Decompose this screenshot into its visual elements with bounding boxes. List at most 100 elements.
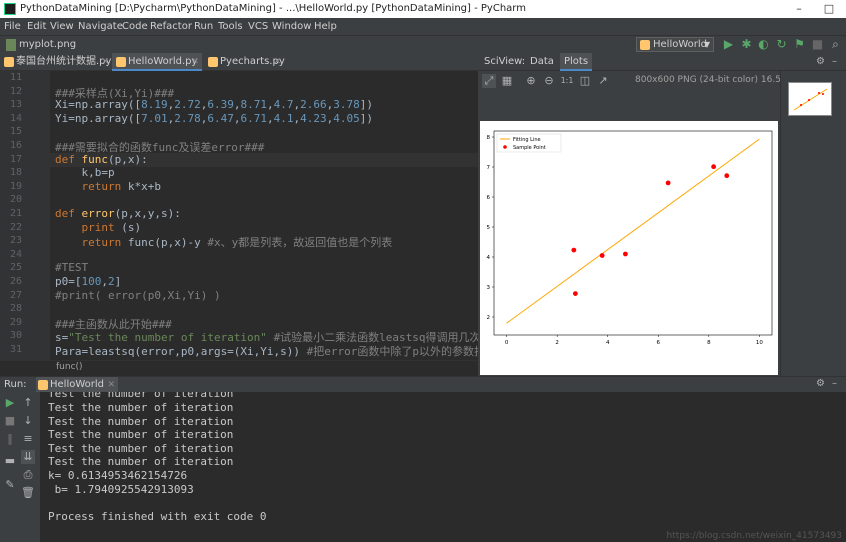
- console-line: Test the number of iteration: [48, 414, 234, 428]
- run-console[interactable]: Test the number of iteration Test the nu…: [40, 392, 846, 542]
- run-label: Run:: [4, 379, 27, 390]
- menu-run[interactable]: Run: [194, 21, 213, 32]
- thumbnail-line: [793, 88, 828, 111]
- tab-helloworld[interactable]: HelloWorld.py ✕: [112, 53, 202, 71]
- line-number: 17: [9, 153, 22, 165]
- tab-statistics[interactable]: 泰国台州统计数据.py ✕: [0, 53, 112, 71]
- line-number: 24: [9, 248, 22, 260]
- profile-icon[interactable]: ↻: [775, 38, 788, 51]
- run-config-dropdown[interactable]: HelloWorld ▼: [636, 37, 714, 52]
- console-line: Test the number of iteration: [48, 401, 234, 414]
- scroll-up-icon[interactable]: ↑: [21, 396, 35, 410]
- x-tick-label: 6: [657, 340, 661, 346]
- pause-icon[interactable]: ‖: [3, 432, 17, 446]
- print-icon[interactable]: ⎙: [21, 468, 35, 482]
- run-tab-helloworld[interactable]: HelloWorld ✕: [36, 377, 119, 393]
- code-line: return func(p,x)-y #x、y都是列表，故返回值也是个列表: [81, 236, 393, 250]
- pycharm-icon: [4, 3, 16, 15]
- code-line: print (s): [81, 220, 142, 234]
- close-icon[interactable]: ✕: [107, 377, 115, 393]
- console-line: Test the number of iteration: [48, 428, 234, 442]
- gear-icon[interactable]: ⚙: [816, 378, 825, 389]
- scroll-to-end-icon[interactable]: ⇊: [21, 450, 35, 464]
- pin-icon[interactable]: ✎: [3, 478, 17, 492]
- menu-edit[interactable]: Edit: [27, 21, 46, 32]
- tab-label: 泰国台州统计数据.py: [16, 56, 112, 67]
- python-file-icon: [4, 57, 14, 67]
- stop-icon[interactable]: ■: [811, 38, 824, 51]
- menu-navigate[interactable]: Navigate: [78, 21, 123, 32]
- tab-data[interactable]: Data: [530, 56, 554, 67]
- code-line: #print( error(p0,Xi,Yi) ): [55, 288, 221, 302]
- coverage-icon[interactable]: ◐: [757, 38, 770, 51]
- minimize-icon[interactable]: –: [784, 0, 814, 18]
- run-config-label: HelloWorld: [653, 39, 708, 50]
- menu-code[interactable]: Code: [122, 21, 148, 32]
- y-tick-label: 3: [487, 285, 491, 291]
- run-icon[interactable]: ▶: [722, 38, 735, 51]
- grid-icon[interactable]: ▦: [500, 74, 514, 88]
- menu-view[interactable]: View: [50, 21, 74, 32]
- gutter: 11 12 13 14 15 16 17 18 19 20 21 22 23 24 25 26 27 28 29 30…: [0, 71, 50, 360]
- sample-point: [623, 251, 628, 257]
- color-picker-icon[interactable]: ◫: [578, 74, 592, 88]
- menu-tools[interactable]: Tools: [218, 21, 243, 32]
- stop-icon[interactable]: ■: [3, 414, 17, 428]
- code-line: Xi=np.array([8.19,2.72,6.39,8.71,4.7,2.6…: [55, 98, 373, 112]
- y-tick-label: 6: [487, 195, 491, 201]
- concurrency-icon[interactable]: ⚑: [793, 38, 806, 51]
- close-icon[interactable]: ✕: [191, 53, 199, 71]
- menu-window[interactable]: Window: [272, 21, 311, 32]
- tab-plots[interactable]: Plots: [560, 53, 593, 71]
- code-line: p0=[100,2]: [55, 275, 122, 288]
- python-icon: [640, 40, 650, 50]
- navigation-bar: myplot.png HelloWorld ▼ ▶ ✱ ◐ ↻ ⚑ ■ ⌕: [0, 35, 846, 53]
- rerun-icon[interactable]: ▶: [3, 396, 17, 410]
- delete-icon[interactable]: 🗑: [21, 486, 35, 500]
- window-title: PythonDataMining [D:\Pycharm\PythonDataM…: [20, 3, 526, 14]
- close-icon[interactable]: ✕: [273, 53, 281, 71]
- line-number: 22: [9, 221, 22, 233]
- line-number: 29: [9, 316, 22, 328]
- menu-file[interactable]: File: [4, 21, 21, 32]
- breadcrumb[interactable]: myplot.png: [19, 39, 76, 50]
- code-editor[interactable]: 11 12 13 14 15 16 17 18 19 20 21 22 23 24 25 26 27 28 29 30…: [0, 71, 478, 360]
- code-line: #TEST: [55, 261, 89, 275]
- plot-thumbnail[interactable]: [788, 82, 832, 116]
- actual-size-icon[interactable]: 1:1: [560, 74, 574, 88]
- sample-point: [572, 291, 578, 296]
- editor-breadcrumb[interactable]: func(): [0, 360, 478, 374]
- line-number: 20: [9, 194, 22, 206]
- zoom-in-icon[interactable]: ⊕: [524, 74, 538, 88]
- line-number: 23: [9, 235, 22, 247]
- fit-icon[interactable]: ⤢: [482, 74, 496, 88]
- line-number: 30: [9, 330, 22, 342]
- menu-vcs[interactable]: VCS: [248, 21, 268, 32]
- hide-icon[interactable]: –: [832, 378, 837, 389]
- title-bar: PythonDataMining [D:\Pycharm\PythonDataM…: [0, 0, 846, 18]
- menu-refactor[interactable]: Refactor: [150, 21, 192, 32]
- search-everywhere-icon[interactable]: ⌕: [829, 38, 842, 51]
- menu-help[interactable]: Help: [314, 21, 337, 32]
- debug-icon[interactable]: ✱: [740, 38, 753, 51]
- gear-icon[interactable]: ⚙: [816, 56, 825, 67]
- sample-point: [599, 253, 605, 258]
- sample-point: [665, 180, 671, 186]
- plot-image[interactable]: 0 2 4 6 8 10 2 3 4 5 6 7 8 Fitting Line Sample Point: [480, 121, 778, 375]
- close-icon[interactable]: ✕: [101, 53, 109, 71]
- open-icon[interactable]: ↗: [596, 74, 610, 88]
- code-line: Para=leastsq(error,p0,args=(Xi,Yi,s)) #把…: [55, 345, 478, 358]
- y-tick-label: 7: [487, 165, 491, 171]
- scroll-down-icon[interactable]: ↓: [21, 414, 35, 428]
- menu-bar: File Edit View Navigate Code Refactor Ru…: [0, 18, 846, 35]
- hide-icon[interactable]: –: [832, 56, 837, 67]
- layout-icon[interactable]: ▬: [3, 454, 17, 468]
- x-tick-label: 0: [505, 340, 509, 346]
- tab-pyecharts[interactable]: Pyecharts.py ✕: [204, 53, 285, 71]
- legend-point-swatch: [503, 145, 507, 149]
- python-icon: [38, 380, 48, 390]
- y-tick-label: 4: [487, 255, 491, 261]
- soft-wrap-icon[interactable]: ≡: [21, 432, 35, 446]
- maximize-icon[interactable]: □: [814, 0, 844, 18]
- zoom-out-icon[interactable]: ⊖: [542, 74, 556, 88]
